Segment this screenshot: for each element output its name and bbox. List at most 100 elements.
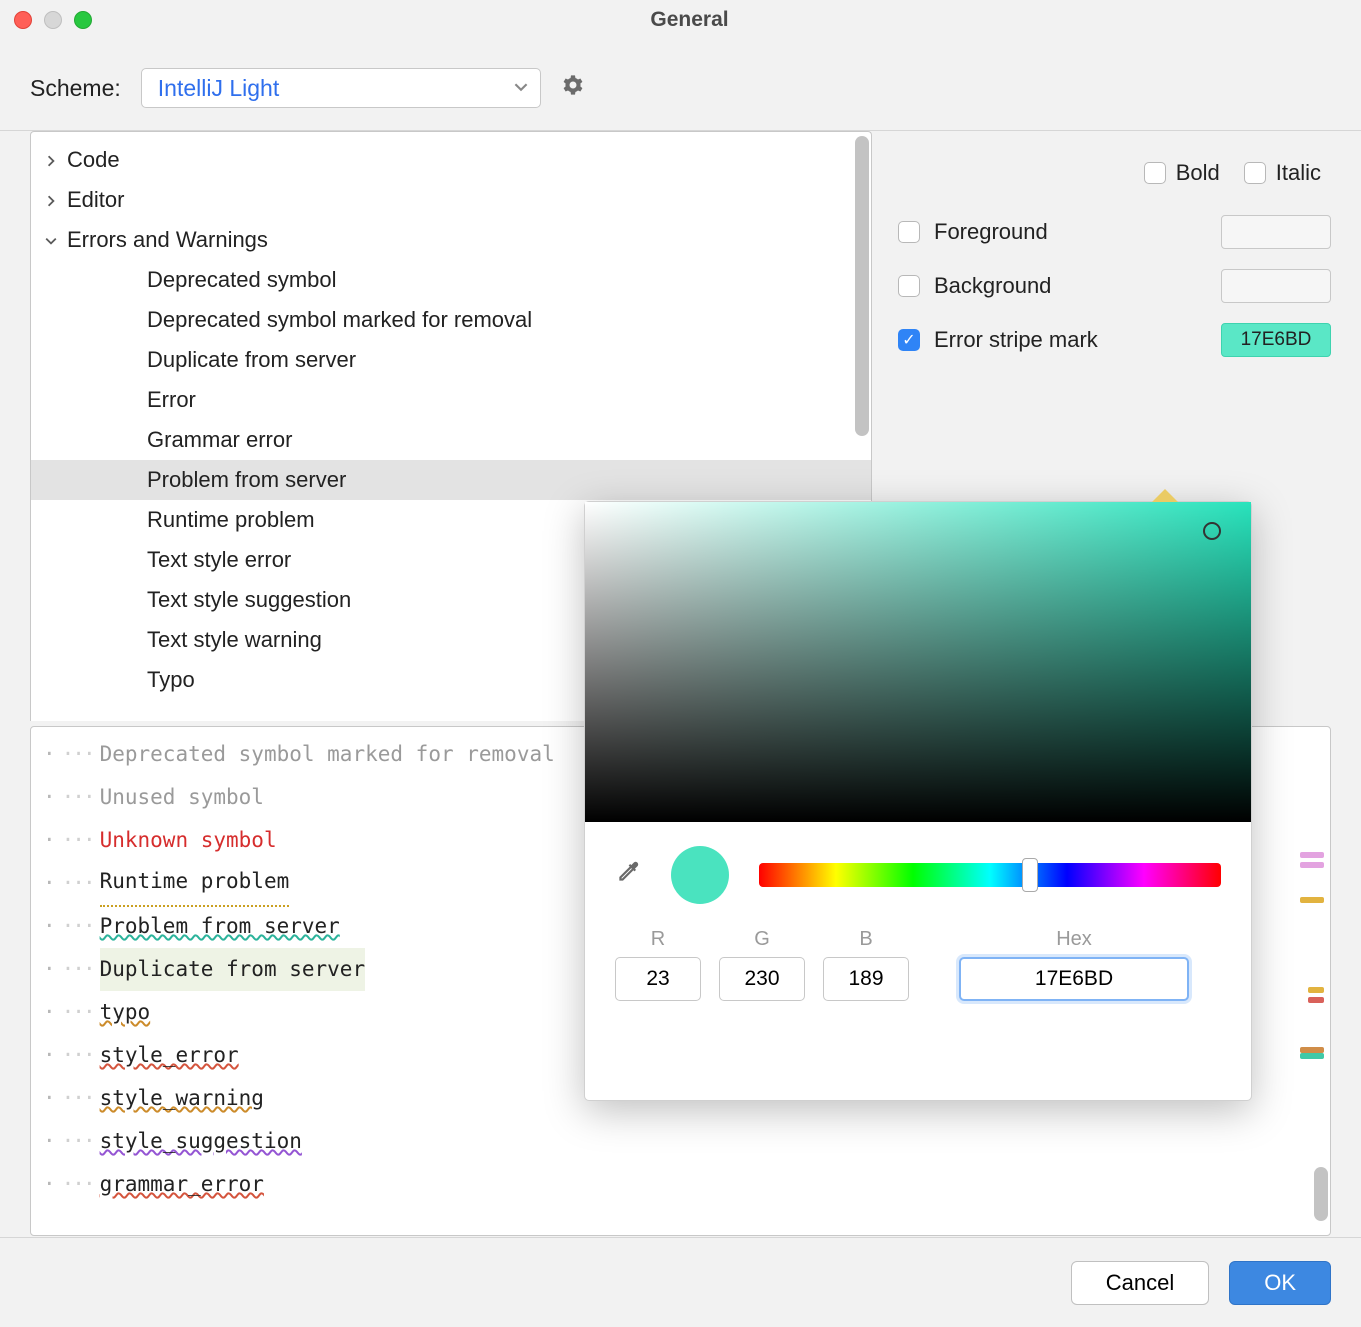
- whitespace-dots-icon: ·: [43, 948, 56, 991]
- tree-item-label: Text style suggestion: [147, 587, 351, 613]
- tree-item-label: Deprecated symbol marked for removal: [147, 307, 532, 333]
- preview-line-text: Runtime problem: [100, 860, 290, 907]
- whitespace-dots-icon: ···: [62, 991, 94, 1034]
- color-sv-area[interactable]: [585, 502, 1251, 822]
- error-stripe-row: ✓ Error stripe mark 17E6BD: [892, 313, 1331, 367]
- preview-scroll-thumb[interactable]: [1314, 1167, 1328, 1221]
- whitespace-dots-icon: ···: [62, 1034, 94, 1077]
- background-checkbox[interactable]: [898, 275, 920, 297]
- scheme-value: IntelliJ Light: [158, 75, 279, 102]
- tree-scroll-thumb[interactable]: [855, 136, 869, 436]
- preview-line-text: Duplicate from server: [100, 948, 366, 991]
- tree-item[interactable]: Duplicate from server: [31, 340, 871, 380]
- tree-item-label: Typo: [147, 667, 195, 693]
- checkbox-icon: [1244, 162, 1266, 184]
- foreground-label: Foreground: [934, 219, 1048, 245]
- g-input[interactable]: [719, 957, 805, 1001]
- whitespace-dots-icon: ···: [62, 948, 94, 991]
- dialog-footer: Cancel OK: [0, 1237, 1361, 1327]
- foreground-checkbox[interactable]: [898, 221, 920, 243]
- checkbox-icon: [1144, 162, 1166, 184]
- whitespace-dots-icon: ·: [43, 1120, 56, 1163]
- whitespace-dots-icon: ·: [43, 862, 56, 905]
- whitespace-dots-icon: ·: [43, 991, 56, 1034]
- hue-slider[interactable]: [759, 863, 1221, 887]
- tree-item-label: Problem from server: [147, 467, 346, 493]
- b-input[interactable]: [823, 957, 909, 1001]
- whitespace-dots-icon: ···: [62, 1120, 94, 1163]
- chevron-right-icon: [45, 147, 67, 173]
- tree-item[interactable]: Deprecated symbol: [31, 260, 871, 300]
- background-label: Background: [934, 273, 1051, 299]
- scheme-row: Scheme: IntelliJ Light: [0, 40, 1361, 131]
- chevron-right-icon: [45, 187, 67, 213]
- tree-item-label: Errors and Warnings: [67, 227, 268, 253]
- cancel-button[interactable]: Cancel: [1071, 1261, 1209, 1305]
- background-swatch[interactable]: [1221, 269, 1331, 303]
- tree-item-label: Code: [67, 147, 120, 173]
- whitespace-dots-icon: ···: [62, 733, 94, 776]
- window-controls: [14, 11, 92, 29]
- whitespace-dots-icon: ·: [43, 776, 56, 819]
- whitespace-dots-icon: ·: [43, 733, 56, 776]
- whitespace-dots-icon: ···: [62, 905, 94, 948]
- error-stripe-checkbox[interactable]: ✓: [898, 329, 920, 351]
- tree-item-label: Editor: [67, 187, 124, 213]
- tree-item[interactable]: Problem from server: [31, 460, 871, 500]
- whitespace-dots-icon: ···: [62, 862, 94, 905]
- tree-item-label: Runtime problem: [147, 507, 315, 533]
- tree-item[interactable]: Grammar error: [31, 420, 871, 460]
- foreground-swatch[interactable]: [1221, 215, 1331, 249]
- preview-line-text: style_error: [100, 1034, 239, 1077]
- preview-line-text: Unused symbol: [100, 776, 264, 819]
- current-color-swatch-icon: [671, 846, 729, 904]
- error-stripe-swatch[interactable]: 17E6BD: [1221, 323, 1331, 357]
- bold-checkbox[interactable]: Bold: [1144, 155, 1220, 191]
- tree-item[interactable]: Deprecated symbol marked for removal: [31, 300, 871, 340]
- r-label: R: [651, 928, 665, 951]
- whitespace-dots-icon: ···: [62, 1077, 94, 1120]
- scheme-select[interactable]: IntelliJ Light: [141, 68, 541, 108]
- title-bar: General: [0, 0, 1361, 40]
- whitespace-dots-icon: ·: [43, 1034, 56, 1077]
- hex-input[interactable]: [959, 957, 1189, 1001]
- ok-button[interactable]: OK: [1229, 1261, 1331, 1305]
- tree-item[interactable]: Errors and Warnings: [31, 220, 871, 260]
- preview-line-text: Unknown symbol: [100, 819, 277, 862]
- window-title: General: [92, 8, 1287, 32]
- preview-line-text: style_suggestion: [100, 1120, 302, 1163]
- whitespace-dots-icon: ···: [62, 1163, 94, 1206]
- tree-item-label: Error: [147, 387, 196, 413]
- hex-label: Hex: [1056, 928, 1092, 951]
- preview-line-text: grammar_error: [100, 1163, 264, 1206]
- background-row: Background: [892, 259, 1331, 313]
- tree-item[interactable]: Code: [31, 140, 871, 180]
- g-label: G: [754, 928, 770, 951]
- whitespace-dots-icon: ·: [43, 1163, 56, 1206]
- eyedropper-icon[interactable]: [615, 859, 641, 891]
- maximize-window-icon[interactable]: [74, 11, 92, 29]
- gear-icon[interactable]: [561, 73, 585, 103]
- whitespace-dots-icon: ···: [62, 776, 94, 819]
- chevron-down-icon: [45, 227, 67, 253]
- italic-checkbox[interactable]: Italic: [1244, 155, 1321, 191]
- tree-item-label: Text style warning: [147, 627, 322, 653]
- error-stripe-label: Error stripe mark: [934, 327, 1098, 353]
- italic-label: Italic: [1276, 160, 1321, 186]
- tree-item[interactable]: Editor: [31, 180, 871, 220]
- tree-item-label: Grammar error: [147, 427, 292, 453]
- whitespace-dots-icon: ·: [43, 905, 56, 948]
- preview-line-text: Deprecated symbol marked for removal: [100, 733, 555, 776]
- minimize-window-icon[interactable]: [44, 11, 62, 29]
- tree-item-label: Duplicate from server: [147, 347, 356, 373]
- tree-item[interactable]: Error: [31, 380, 871, 420]
- tree-item-label: Deprecated symbol: [147, 267, 337, 293]
- preview-line-text: typo: [100, 991, 151, 1034]
- gutter-marks: [1300, 727, 1324, 1235]
- scheme-label: Scheme:: [30, 75, 121, 102]
- r-input[interactable]: [615, 957, 701, 1001]
- hue-handle-icon[interactable]: [1022, 858, 1038, 892]
- close-window-icon[interactable]: [14, 11, 32, 29]
- tree-item-label: Text style error: [147, 547, 291, 573]
- b-label: B: [859, 928, 872, 951]
